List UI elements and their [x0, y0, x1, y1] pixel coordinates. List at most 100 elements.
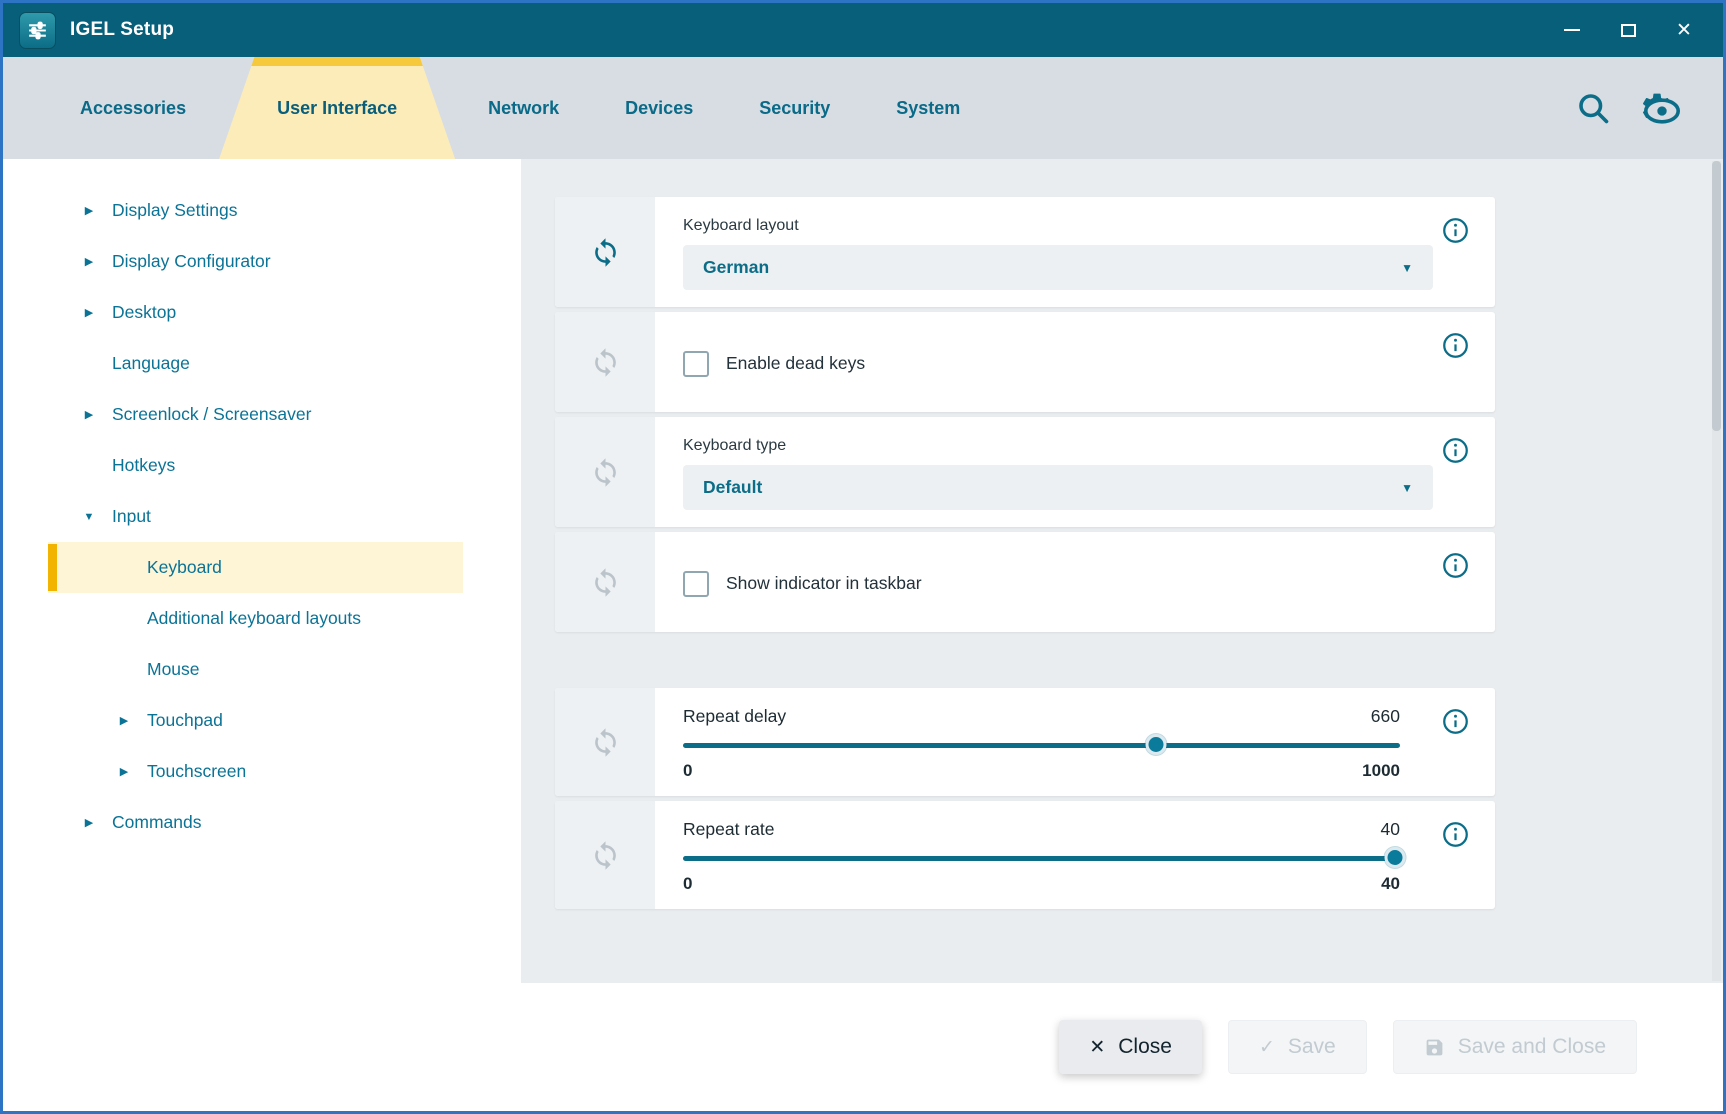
slider-label: Repeat delay: [683, 706, 786, 727]
sidebar-item-label: Additional keyboard layouts: [147, 608, 361, 629]
repeat-delay-slider[interactable]: [683, 734, 1400, 756]
setting-card-show-indicator: Show indicator in taskbar: [555, 532, 1495, 632]
scrollbar-thumb[interactable]: [1712, 161, 1721, 431]
maximize-button[interactable]: [1605, 11, 1651, 49]
tab-label: System: [896, 98, 960, 119]
sidebar-item-screenlock-screensaver[interactable]: ▶ Screenlock / Screensaver: [48, 389, 463, 440]
info-icon[interactable]: [1442, 821, 1469, 848]
reset-repeat-rate-button[interactable]: [555, 801, 655, 909]
close-button[interactable]: ✕ Close: [1059, 1020, 1202, 1074]
search-icon[interactable]: [1575, 90, 1611, 126]
tab-label: Security: [759, 98, 830, 119]
info-icon[interactable]: [1442, 332, 1469, 359]
setting-card-enable-dead-keys: Enable dead keys: [555, 312, 1495, 412]
tab-system[interactable]: System: [863, 57, 993, 159]
sidebar-item-label: Hotkeys: [112, 455, 175, 476]
igel-setup-window: IGEL Setup ✕ Accessories User Interface …: [0, 0, 1726, 1114]
keyboard-type-select[interactable]: Default ▼: [683, 465, 1433, 510]
show-indicator-checkbox[interactable]: [683, 571, 709, 597]
chevron-right-icon: ▶: [78, 816, 100, 829]
chevron-right-icon: ▶: [78, 306, 100, 319]
tab-devices[interactable]: Devices: [592, 57, 726, 159]
info-icon[interactable]: [1442, 708, 1469, 735]
sidebar-item-hotkeys[interactable]: Hotkeys: [48, 440, 463, 491]
footer-bar: ✕ Close ✓ Save Save and Close: [3, 983, 1723, 1111]
tab-user-interface[interactable]: User Interface: [219, 57, 455, 159]
sidebar-item-mouse[interactable]: Mouse: [48, 644, 463, 695]
sidebar-item-label: Screenlock / Screensaver: [112, 404, 311, 425]
titlebar: IGEL Setup ✕: [3, 3, 1723, 57]
slider-track-line: [683, 743, 1400, 748]
sidebar-item-touchscreen[interactable]: ▶ Touchscreen: [48, 746, 463, 797]
close-icon: ✕: [1676, 19, 1692, 42]
tab-security[interactable]: Security: [726, 57, 863, 159]
slider-value: 40: [1381, 819, 1400, 840]
sidebar-item-touchpad[interactable]: ▶ Touchpad: [48, 695, 463, 746]
sidebar-item-keyboard[interactable]: Keyboard: [48, 542, 463, 593]
reset-enable-dead-keys-button[interactable]: [555, 312, 655, 412]
sidebar-item-input[interactable]: ▼ Input: [48, 491, 463, 542]
sidebar-item-commands[interactable]: ▶ Commands: [48, 797, 463, 848]
sidebar-item-label: Desktop: [112, 302, 176, 323]
close-window-button[interactable]: ✕: [1661, 11, 1707, 49]
settings-panel: Keyboard layout German ▼: [521, 159, 1723, 983]
floppy-disk-icon: [1424, 1037, 1445, 1058]
sync-arrows-icon: [590, 840, 621, 871]
sidebar-item-label: Language: [112, 353, 190, 374]
info-icon[interactable]: [1442, 217, 1469, 244]
sync-arrows-icon: [590, 237, 621, 268]
tab-accessories[interactable]: Accessories: [47, 57, 219, 159]
info-icon[interactable]: [1442, 437, 1469, 464]
chevron-right-icon: ▶: [78, 255, 100, 268]
field-label: Keyboard type: [683, 437, 1433, 455]
chevron-down-icon: ▼: [1401, 481, 1413, 495]
repeat-rate-slider[interactable]: [683, 847, 1400, 869]
tab-network[interactable]: Network: [455, 57, 592, 159]
save-and-close-button[interactable]: Save and Close: [1393, 1020, 1637, 1074]
sync-arrows-icon: [590, 567, 621, 598]
sidebar-item-additional-keyboard-layouts[interactable]: Additional keyboard layouts: [48, 593, 463, 644]
main-body: ▶ Display Settings ▶ Display Configurato…: [3, 159, 1723, 983]
settings-tree-sidebar: ▶ Display Settings ▶ Display Configurato…: [3, 159, 521, 983]
tab-label: Devices: [625, 98, 693, 119]
tab-label: User Interface: [277, 98, 397, 119]
reset-repeat-delay-button[interactable]: [555, 688, 655, 796]
sidebar-item-label: Display Settings: [112, 200, 237, 221]
sidebar-item-label: Keyboard: [147, 557, 222, 578]
sidebar-item-display-configurator[interactable]: ▶ Display Configurator: [48, 236, 463, 287]
vertical-scrollbar[interactable]: [1712, 161, 1721, 981]
check-icon: ✓: [1259, 1036, 1275, 1059]
chevron-right-icon: ▶: [78, 204, 100, 217]
enable-dead-keys-checkbox[interactable]: [683, 351, 709, 377]
tabbar-actions: [1575, 57, 1723, 159]
close-button-label: Close: [1118, 1035, 1172, 1059]
slider-handle[interactable]: [1384, 847, 1405, 868]
sync-arrows-icon: [590, 347, 621, 378]
card-group-gap: [555, 637, 1723, 688]
minimize-button[interactable]: [1549, 11, 1595, 49]
tab-bar: Accessories User Interface Network Devic…: [3, 57, 1723, 159]
reset-keyboard-layout-button[interactable]: [555, 197, 655, 307]
sidebar-item-display-settings[interactable]: ▶ Display Settings: [48, 185, 463, 236]
chevron-right-icon: ▶: [113, 714, 135, 727]
setting-card-repeat-delay: Repeat delay 660 0 1000: [555, 688, 1495, 796]
keyboard-layout-select[interactable]: German ▼: [683, 245, 1433, 290]
slider-handle[interactable]: [1146, 734, 1167, 755]
reset-keyboard-type-button[interactable]: [555, 417, 655, 527]
sync-arrows-icon: [590, 457, 621, 488]
reset-show-indicator-button[interactable]: [555, 532, 655, 632]
slider-track-line: [683, 856, 1400, 861]
sidebar-item-desktop[interactable]: ▶ Desktop: [48, 287, 463, 338]
save-button[interactable]: ✓ Save: [1228, 1020, 1367, 1074]
slider-max: 40: [1381, 874, 1400, 894]
slider-label: Repeat rate: [683, 819, 774, 840]
sidebar-item-label: Touchscreen: [147, 761, 246, 782]
sidebar-item-label: Mouse: [147, 659, 200, 680]
info-icon[interactable]: [1442, 552, 1469, 579]
checkbox-label: Enable dead keys: [726, 353, 865, 374]
sidebar-item-language[interactable]: Language: [48, 338, 463, 389]
slider-min: 0: [683, 874, 692, 894]
eye-icon: [1644, 93, 1680, 129]
sidebar-item-label: Display Configurator: [112, 251, 271, 272]
settings-gear-eye-icon[interactable]: [1639, 90, 1675, 126]
